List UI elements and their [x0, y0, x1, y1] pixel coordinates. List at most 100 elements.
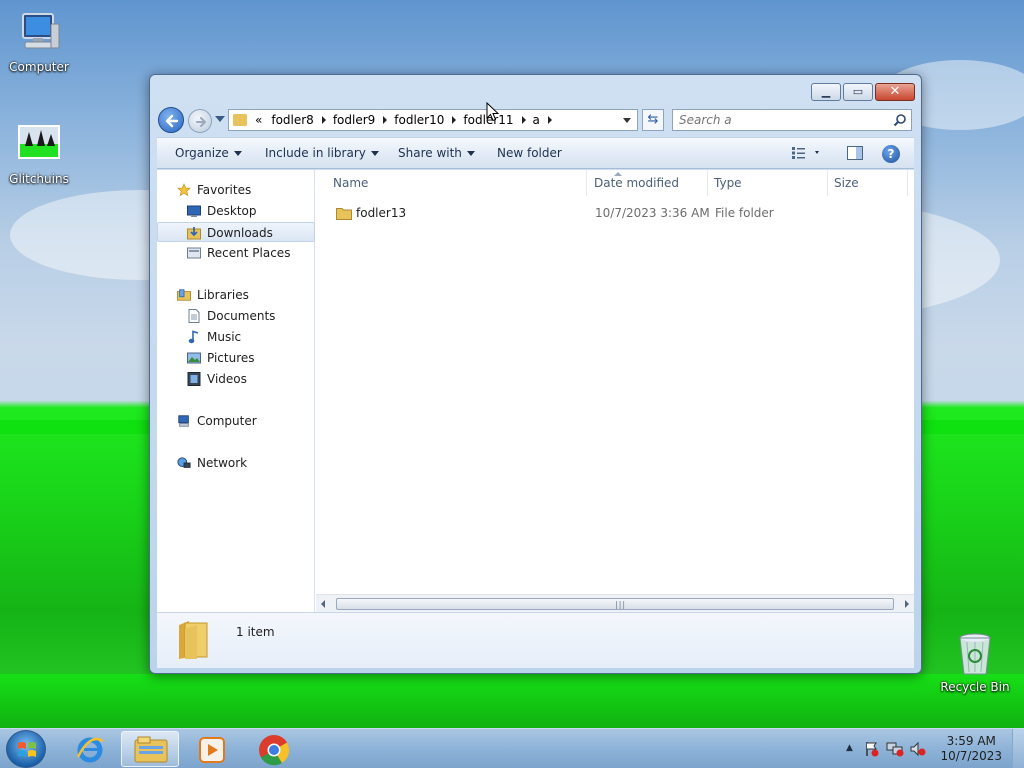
desktop-icon-label: Computer: [9, 60, 69, 74]
change-view-button[interactable]: [791, 146, 823, 163]
mouse-cursor-icon: [486, 102, 500, 122]
network-icon: [177, 457, 191, 468]
nav-downloads[interactable]: Downloads: [157, 222, 315, 242]
recent-pages-dropdown[interactable]: [215, 116, 225, 122]
desktop-icon-glitchuins[interactable]: Glitchuins: [0, 122, 78, 186]
new-folder-label: New folder: [497, 146, 562, 160]
search-box[interactable]: [672, 109, 912, 131]
chevron-right-icon[interactable]: [452, 116, 457, 124]
scrollbar-thumb[interactable]: |||: [336, 598, 894, 610]
nav-computer[interactable]: Computer: [157, 411, 315, 431]
horizontal-scrollbar[interactable]: |||: [316, 594, 914, 612]
libraries-icon: [177, 289, 191, 301]
arrow-left-icon: [165, 114, 179, 128]
chevron-right-icon[interactable]: [383, 116, 388, 124]
breadcrumb-item[interactable]: fodler8: [267, 113, 318, 127]
search-input[interactable]: [673, 110, 883, 130]
search-icon[interactable]: [893, 113, 907, 127]
breadcrumb-item[interactable]: fodler10: [390, 113, 449, 127]
address-bar[interactable]: « fodler8 fodler9 fodler10 fodler11 a: [228, 109, 638, 131]
chevron-right-icon[interactable]: [321, 116, 326, 124]
include-in-library-button[interactable]: Include in library: [265, 146, 379, 160]
chrome-icon: [259, 735, 290, 766]
organize-label: Organize: [175, 146, 229, 160]
taskbar-internet-explorer[interactable]: [60, 731, 118, 767]
breadcrumb-overflow[interactable]: «: [251, 113, 267, 127]
downloads-folder-icon: [187, 227, 201, 240]
minimize-button[interactable]: ▁: [811, 83, 841, 101]
maximize-icon: ▭: [852, 85, 864, 98]
maximize-button[interactable]: ▭: [843, 83, 873, 101]
help-button[interactable]: ?: [882, 145, 900, 163]
recycle-bin-icon: [951, 630, 999, 678]
share-with-button[interactable]: Share with: [398, 146, 475, 160]
grip-icon: |||: [615, 600, 627, 609]
address-dropdown-icon[interactable]: [623, 118, 631, 123]
nav-videos[interactable]: Videos: [157, 369, 315, 389]
clock[interactable]: 3:59 AM 10/7/2023: [940, 734, 1002, 764]
taskbar: ▲ 3:59 AM 10/7/2023: [0, 728, 1024, 768]
folder-icon: [233, 114, 247, 126]
nav-label: Pictures: [207, 351, 255, 365]
nav-documents[interactable]: Documents: [157, 306, 315, 326]
explorer-window[interactable]: ▁ ▭ ✕ « fodler8 fodler9 fodler10 fodler1…: [149, 74, 922, 674]
show-desktop-button[interactable]: [1012, 729, 1024, 768]
back-button[interactable]: [158, 107, 184, 133]
arrow-right-icon: [196, 117, 207, 127]
clock-date: 10/7/2023: [940, 749, 1002, 763]
desktop-icon-computer[interactable]: Computer: [0, 10, 78, 74]
chevron-down-icon: [233, 151, 242, 156]
file-list[interactable]: Name Date modified Type Size fodler13 10…: [316, 170, 914, 612]
chevron-right-icon[interactable]: [521, 116, 526, 124]
new-folder-button[interactable]: New folder: [497, 146, 562, 160]
close-button[interactable]: ✕: [875, 83, 915, 101]
taskbar-media-player[interactable]: [183, 731, 241, 767]
nav-music[interactable]: Music: [157, 327, 315, 347]
column-header-date-modified[interactable]: Date modified: [588, 170, 708, 196]
preview-pane-button[interactable]: [847, 146, 863, 163]
pictures-icon: [187, 352, 201, 364]
organize-button[interactable]: Organize: [175, 146, 242, 160]
column-header-type[interactable]: Type: [708, 170, 828, 196]
column-header-name[interactable]: Name: [327, 170, 587, 196]
recent-places-icon: [187, 247, 201, 259]
nav-label: Videos: [207, 372, 247, 386]
column-label: Date modified: [594, 176, 680, 190]
action-center-icon[interactable]: [864, 741, 880, 757]
chevron-right-icon[interactable]: [547, 116, 552, 124]
breadcrumb-item[interactable]: fodler9: [329, 113, 380, 127]
nav-label: Network: [197, 456, 248, 470]
star-icon: [177, 183, 191, 197]
nav-favorites[interactable]: Favorites: [157, 180, 315, 200]
folder-icon: [336, 208, 352, 220]
nav-desktop[interactable]: Desktop: [157, 201, 315, 221]
nav-libraries[interactable]: Libraries: [157, 285, 315, 305]
scroll-right-icon[interactable]: [905, 600, 909, 608]
forward-button[interactable]: [188, 109, 212, 133]
nav-recent-places[interactable]: Recent Places: [157, 243, 315, 263]
taskbar-windows-explorer[interactable]: [121, 731, 179, 767]
file-row[interactable]: fodler13 10/7/2023 3:36 AM File folder: [326, 202, 906, 224]
computer-icon: [15, 10, 63, 58]
command-bar: Organize Include in library Share with N…: [157, 137, 914, 169]
file-type: File folder: [715, 206, 774, 220]
preview-pane-icon: [847, 146, 863, 160]
refresh-button[interactable]: ⇆: [642, 109, 664, 131]
breadcrumb-item-current[interactable]: a: [529, 113, 545, 127]
column-header-size[interactable]: Size: [828, 170, 908, 196]
desktop-icon-recycle-bin[interactable]: Recycle Bin: [936, 630, 1014, 694]
taskbar-chrome[interactable]: [245, 731, 303, 767]
column-label: Type: [714, 176, 742, 190]
explorer-content: Favorites Desktop Downloads Recent Place…: [157, 170, 914, 612]
column-label: Size: [834, 176, 859, 190]
start-button[interactable]: [6, 730, 46, 768]
nav-network[interactable]: Network: [157, 453, 315, 473]
volume-muted-icon[interactable]: [910, 741, 926, 757]
scroll-left-icon[interactable]: [321, 600, 325, 608]
network-status-icon[interactable]: [886, 741, 904, 757]
column-label: Name: [333, 176, 369, 190]
nav-pictures[interactable]: Pictures: [157, 348, 315, 368]
minimize-icon: ▁: [821, 85, 831, 98]
show-hidden-icons-icon[interactable]: ▲: [846, 743, 853, 753]
nav-label: Music: [207, 330, 242, 344]
